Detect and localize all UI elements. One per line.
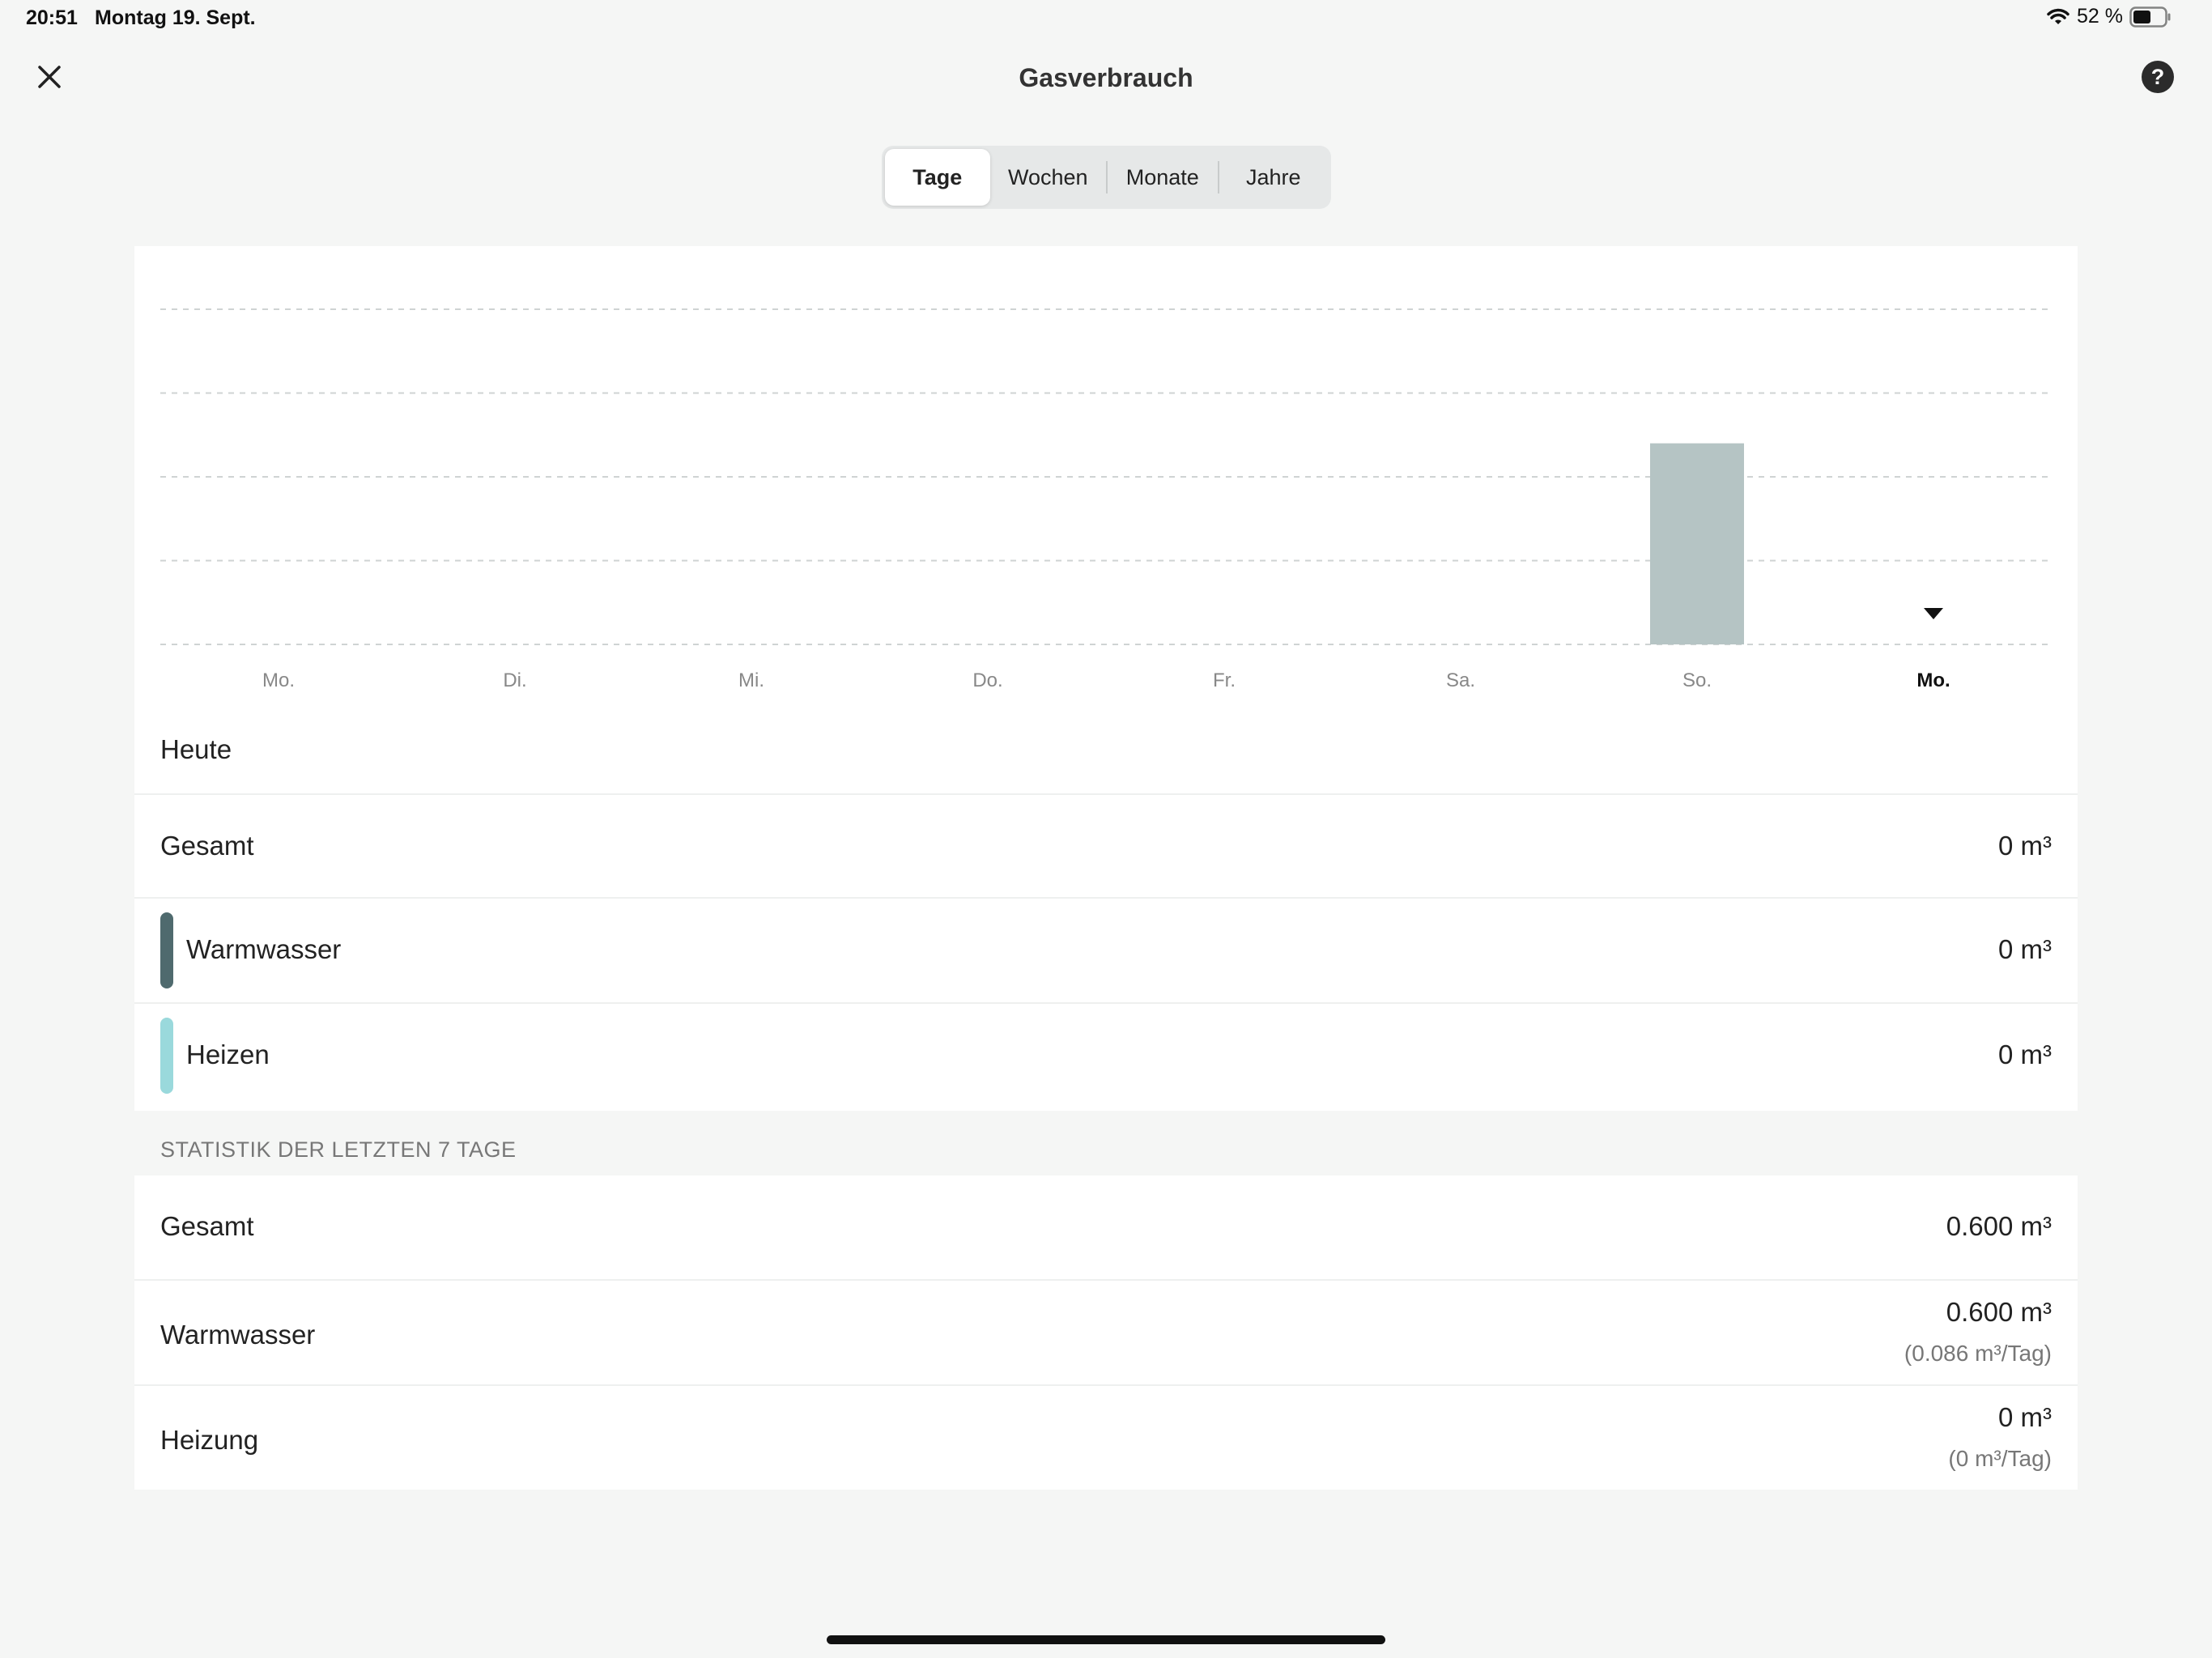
stats-total-row: Gesamt 0.600 m³: [134, 1175, 2078, 1279]
status-time: 20:51: [26, 6, 78, 29]
stats-heizung-label: Heizung: [160, 1425, 259, 1455]
battery-percentage: 52 %: [2077, 5, 2123, 28]
stats-total-value: 0.600 m³: [1946, 1211, 2052, 1241]
tab-monate[interactable]: Monate: [1108, 149, 1218, 206]
stats-warmwasser-per-day: (0.086 m³/Tag): [1904, 1341, 2052, 1366]
chart-x-tick-label[interactable]: Mo.: [1916, 670, 1950, 691]
stats-card: Gesamt 0.600 m³ Warmwasser 0.600 m³ (0.0…: [134, 1175, 2078, 1490]
stats-section-header: STATISTIK DER LETZTEN 7 TAGE: [160, 1137, 517, 1162]
today-warmwasser-value: 0 m³: [1998, 934, 2052, 964]
today-warmwasser-row: Warmwasser 0 m³: [134, 897, 2078, 1002]
stats-heizung-per-day: (0 m³/Tag): [1948, 1446, 2052, 1471]
today-heizen-row: Heizen 0 m³: [134, 1002, 2078, 1111]
chart-x-tick-label[interactable]: Fr.: [1213, 670, 1236, 691]
stats-heizung-row: Heizung 0 m³ (0 m³/Tag): [134, 1384, 2078, 1490]
help-icon: ?: [2142, 61, 2174, 93]
page-title: Gasverbrauch: [1019, 63, 1193, 92]
today-label: Heute: [160, 734, 232, 764]
chart-x-tick-label[interactable]: Mo.: [262, 670, 295, 691]
today-warmwasser-label: Warmwasser: [186, 934, 342, 964]
today-heizen-label: Heizen: [186, 1039, 270, 1069]
consumption-card: Mo. Di. Mi. Do. Fr. Sa. So. Mo. Heute Gesamt 0 …: [134, 246, 2078, 1111]
chart-x-tick-label[interactable]: Mi.: [738, 670, 764, 691]
tab-jahre[interactable]: Jahre: [1219, 149, 1329, 206]
status-bar: 20:51 Montag 19. Sept. 52 %: [0, 0, 2212, 39]
status-indicators: 52 %: [2046, 5, 2172, 28]
help-button[interactable]: ?: [2141, 60, 2175, 94]
battery-icon: [2129, 6, 2172, 28]
today-heizen-value: 0 m³: [1998, 1039, 2052, 1069]
svg-text:?: ?: [2151, 65, 2165, 89]
chart-x-tick-label[interactable]: So.: [1682, 670, 1712, 691]
tab-tage[interactable]: Tage: [885, 149, 990, 206]
today-total-label: Gesamt: [160, 831, 254, 861]
stats-warmwasser-label: Warmwasser: [160, 1320, 316, 1350]
chart-bar[interactable]: [1650, 443, 1744, 644]
warmwasser-legend-swatch: [160, 912, 173, 988]
stats-warmwasser-value: 0.600 m³: [1946, 1297, 2052, 1327]
tab-wochen[interactable]: Wochen: [990, 149, 1106, 206]
stats-warmwasser-row: Warmwasser 0.600 m³ (0.086 m³/Tag): [134, 1279, 2078, 1384]
today-total-value: 0 m³: [1998, 831, 2052, 861]
heizen-legend-swatch: [160, 1018, 173, 1094]
chart-x-tick-label[interactable]: Di.: [503, 670, 526, 691]
stats-total-label: Gesamt: [160, 1211, 254, 1241]
home-indicator[interactable]: [827, 1635, 1385, 1644]
period-segmented-control: Tage Wochen Monate Jahre: [882, 146, 1331, 209]
status-date: Montag 19. Sept.: [95, 6, 256, 29]
consumption-bar-chart[interactable]: Mo. Di. Mi. Do. Fr. Sa. So. Mo.: [134, 246, 2078, 708]
wifi-icon: [2046, 7, 2070, 27]
chart-x-tick-label[interactable]: Do.: [972, 670, 1002, 691]
today-total-row: Gesamt 0 m³: [134, 793, 2078, 897]
chart-x-tick-label[interactable]: Sa.: [1446, 670, 1475, 691]
selected-day-marker-icon: [1924, 608, 1943, 619]
stats-heizung-value: 0 m³: [1998, 1402, 2052, 1432]
